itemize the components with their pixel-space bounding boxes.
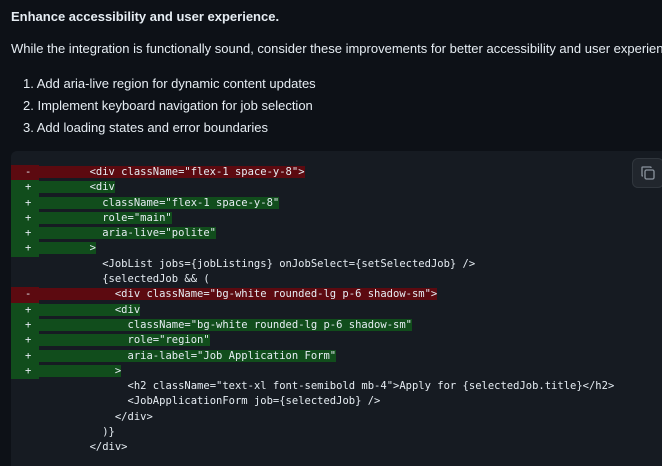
code-text: <JobApplicationForm job={selectedJob} /> bbox=[127, 395, 381, 408]
code-indent bbox=[39, 364, 115, 377]
code-line-add: + <div bbox=[10, 302, 614, 319]
diff-sign: + bbox=[25, 180, 39, 196]
code-text: aria-label="Job Application Form" bbox=[127, 349, 337, 362]
code-indent bbox=[39, 303, 115, 316]
code-text: <div bbox=[114, 303, 141, 316]
code-indent bbox=[39, 196, 103, 209]
code-line-add: + aria-label="Job Application Form" bbox=[10, 348, 614, 365]
code-text: aria-live="polite" bbox=[102, 227, 217, 240]
diff-sign: - bbox=[25, 165, 39, 181]
code-text: role="main" bbox=[102, 211, 172, 224]
diff-sign bbox=[25, 272, 39, 287]
diff-sign: + bbox=[25, 210, 39, 227]
code-line-add: + > bbox=[10, 363, 614, 380]
code-text: <div className="flex-1 space-y-8"> bbox=[89, 166, 305, 178]
code-lines: - <div className="flex-1 space-y-8"> + <d… bbox=[10, 165, 615, 456]
code-line-del: - <div className="flex-1 space-y-8"> bbox=[10, 165, 614, 181]
diff-sign: + bbox=[25, 333, 39, 349]
code-indent bbox=[39, 349, 128, 362]
code-text: </div> bbox=[89, 441, 128, 454]
code-text: > bbox=[89, 242, 96, 255]
code-text: <div bbox=[89, 181, 115, 194]
code-line-add: + <div bbox=[10, 180, 614, 196]
code-indent bbox=[39, 181, 90, 194]
diff-sign: + bbox=[25, 302, 39, 318]
code-text: > bbox=[114, 364, 122, 377]
intro-text: While the integration is functionally so… bbox=[11, 41, 662, 56]
diff-sign: + bbox=[25, 317, 39, 334]
code-indent bbox=[39, 227, 103, 240]
code-line-add: + className="bg-white rounded-lg p-6 sha… bbox=[10, 317, 614, 334]
code-block: - <div className="flex-1 space-y-8"> + <d… bbox=[10, 151, 662, 466]
diff-sign: + bbox=[25, 226, 39, 242]
code-text: <h2 className="text-xl font-semibold mb-… bbox=[127, 380, 615, 393]
code-text: className="flex-1 space-y-8" bbox=[102, 196, 280, 209]
diff-sign bbox=[25, 257, 39, 272]
diff-sign: + bbox=[25, 241, 39, 257]
diff-sign bbox=[25, 394, 39, 409]
code-text: </div> bbox=[114, 410, 153, 423]
list-item: 3. Add loading states and error boundari… bbox=[23, 120, 269, 135]
copy-icon bbox=[641, 166, 655, 180]
code-line-add: + > bbox=[10, 241, 614, 258]
code-text: {selectedJob && ( bbox=[102, 273, 210, 286]
code-indent bbox=[39, 334, 128, 347]
code-text: <JobList jobs={jobListings} onJobSelect=… bbox=[102, 257, 476, 270]
section-heading: Enhance accessibility and user experienc… bbox=[11, 9, 280, 24]
code-line-add: + className="flex-1 space-y-8" bbox=[10, 195, 614, 212]
diff-sign bbox=[25, 410, 39, 425]
code-line-ctx: <h2 className="text-xl font-semibold mb-… bbox=[25, 379, 615, 394]
code-indent bbox=[39, 211, 103, 224]
code-indent bbox=[39, 318, 128, 331]
diff-sign bbox=[25, 425, 39, 440]
code-line-add: + role="region" bbox=[10, 333, 614, 349]
code-text: role="region" bbox=[127, 334, 210, 347]
diff-sign: + bbox=[25, 363, 39, 380]
list-item: 1. Add aria-live region for dynamic cont… bbox=[23, 76, 316, 91]
diff-sign bbox=[25, 440, 39, 455]
improvement-list: 1. Add aria-live region for dynamic cont… bbox=[23, 74, 316, 140]
code-line-ctx: <JobList jobs={jobListings} onJobSelect=… bbox=[25, 257, 614, 272]
code-line-ctx: </div> bbox=[25, 410, 614, 425]
diff-sign: - bbox=[25, 287, 39, 303]
code-line-ctx: <JobApplicationForm job={selectedJob} /> bbox=[25, 394, 614, 409]
copy-button[interactable] bbox=[632, 158, 662, 188]
code-indent bbox=[39, 242, 90, 255]
code-line-ctx: {selectedJob && ( bbox=[25, 272, 614, 287]
code-indent bbox=[39, 288, 115, 301]
diff-sign: + bbox=[25, 348, 39, 364]
code-line-ctx: </div> bbox=[25, 440, 614, 455]
code-text: )} bbox=[102, 426, 115, 439]
code-indent bbox=[39, 166, 90, 178]
diff-sign bbox=[25, 379, 39, 394]
code-line-ctx: )} bbox=[25, 425, 614, 440]
code-text: className="bg-white rounded-lg p-6 shado… bbox=[127, 318, 412, 331]
code-line-add: + aria-live="polite" bbox=[10, 226, 614, 242]
code-line-add: + role="main" bbox=[10, 210, 614, 227]
code-line-del: - <div className="bg-white rounded-lg p-… bbox=[10, 287, 614, 303]
list-item: 2. Implement keyboard navigation for job… bbox=[23, 98, 313, 113]
diff-sign: + bbox=[25, 195, 39, 211]
code-text: <div className="bg-white rounded-lg p-6 … bbox=[114, 288, 438, 301]
